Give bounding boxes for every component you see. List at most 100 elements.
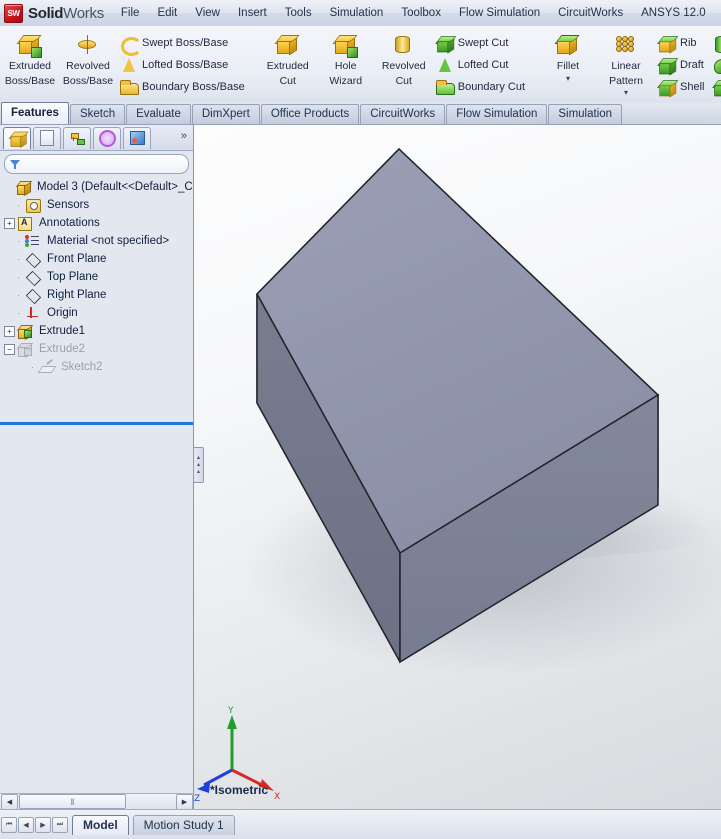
lofted-cut-button[interactable]: Lofted Cut — [433, 54, 531, 76]
linear-pattern-label-1: Linear — [611, 61, 640, 73]
extruded-cut-button[interactable]: Extruded Cut — [259, 28, 317, 87]
property-manager-tab[interactable] — [33, 127, 61, 149]
sensors-icon — [25, 198, 41, 213]
tree-item-sensors[interactable]: · Sensors — [0, 196, 193, 214]
hole-wizard-label-2: Wizard — [329, 76, 362, 88]
extruded-boss-base-button[interactable]: Extruded Boss/Base — [1, 28, 59, 87]
draft-button[interactable]: Draft — [655, 54, 710, 76]
triad-x-label: X — [274, 792, 280, 802]
expand-toggle-icon[interactable]: + — [4, 218, 15, 229]
model-3d-view[interactable]: Y X Z — [194, 125, 721, 809]
tree-item-front-plane[interactable]: · Front Plane — [0, 250, 193, 268]
tab-model[interactable]: Model — [72, 815, 129, 835]
panel-splitter-handle[interactable]: ▴ ▴ ▴ — [193, 447, 204, 483]
scrollbar-thumb[interactable]: ‖ — [19, 794, 126, 809]
fillet-icon — [556, 34, 580, 58]
boundary-cut-button[interactable]: Boundary Cut — [433, 76, 531, 98]
swept-boss-base-button[interactable]: Swept Boss/Base — [117, 32, 251, 54]
tab-sketch[interactable]: Sketch — [70, 104, 125, 124]
lofted-boss-base-button[interactable]: Lofted Boss/Base — [117, 54, 251, 76]
tree-item-extrude1[interactable]: + Extrude1 — [0, 322, 193, 340]
tab-evaluate[interactable]: Evaluate — [126, 104, 191, 124]
tree-item-top-plane[interactable]: · Top Plane — [0, 268, 193, 286]
tab-dimxpert[interactable]: DimXpert — [192, 104, 260, 124]
linear-pattern-dropdown-icon[interactable]: ▾ — [624, 89, 628, 97]
menu-circuitworks[interactable]: CircuitWorks — [549, 3, 632, 23]
fillet-dropdown-icon[interactable]: ▾ — [566, 75, 570, 83]
dimxpert-manager-tab[interactable] — [93, 127, 121, 149]
ribbon-group-features: Fillet ▾ Linear Pattern ▾ — [538, 26, 721, 104]
configuration-manager-tab[interactable] — [63, 127, 91, 149]
scroll-left-button[interactable]: ◀ — [1, 794, 18, 810]
tree-item-material[interactable]: · Material <not specified> — [0, 232, 193, 250]
graphics-viewport[interactable]: Y X Z *Isometric — [194, 125, 721, 809]
display-manager-tab[interactable] — [123, 127, 151, 149]
revolved-cut-button[interactable]: Revolved Cut — [375, 28, 433, 87]
scroll-right-button[interactable]: ▶ — [176, 794, 193, 810]
menu-view[interactable]: View — [186, 3, 229, 23]
boundary-boss-icon — [119, 78, 137, 96]
tree-indent: · — [28, 358, 37, 376]
mirror-button[interactable]: Mirror — [710, 76, 721, 98]
tree-item-sketch2[interactable]: · Sketch2 — [0, 358, 193, 376]
rollback-bar[interactable] — [0, 422, 194, 425]
tab-office-products[interactable]: Office Products — [261, 104, 359, 124]
tree-item-model[interactable]: Model 3 (Default<<Default>_Co — [0, 178, 193, 196]
menu-insert[interactable]: Insert — [229, 3, 276, 23]
tab-features[interactable]: Features — [1, 102, 69, 124]
menu-flow-simulation[interactable]: Flow Simulation — [450, 3, 549, 23]
feature-manager-overflow-button[interactable]: » — [181, 130, 187, 142]
feature-tree-horizontal-scrollbar[interactable]: ◀ ‖ ▶ — [0, 793, 194, 809]
fillet-button[interactable]: Fillet ▾ — [539, 28, 597, 83]
rib-button[interactable]: Rib — [655, 32, 710, 54]
tab-motion-study-1[interactable]: Motion Study 1 — [133, 815, 235, 835]
tree-item-label: Right Plane — [44, 288, 109, 302]
menu-edit[interactable]: Edit — [148, 3, 186, 23]
shell-label: Shell — [680, 81, 704, 93]
dome-button[interactable]: Dome — [710, 54, 721, 76]
linear-pattern-button[interactable]: Linear Pattern ▾ — [597, 28, 655, 97]
menu-file[interactable]: File — [112, 3, 149, 23]
boundary-boss-base-label: Boundary Boss/Base — [142, 81, 245, 93]
triad-z-label: Z — [194, 794, 200, 804]
swept-cut-button[interactable]: Swept Cut — [433, 32, 531, 54]
origin-icon — [25, 306, 41, 321]
previous-tab-button[interactable]: ◀ — [18, 817, 34, 833]
next-tab-button[interactable]: ▶ — [35, 817, 51, 833]
dome-icon — [712, 56, 721, 74]
menu-tools[interactable]: Tools — [276, 3, 321, 23]
extrude-feature-icon — [17, 324, 33, 339]
wrap-button[interactable]: Wrap — [710, 32, 721, 54]
tab-flow-simulation[interactable]: Flow Simulation — [446, 104, 547, 124]
hole-wizard-button[interactable]: Hole Wizard — [317, 28, 375, 87]
tab-simulation[interactable]: Simulation — [548, 104, 622, 124]
feature-tree-filter-input[interactable] — [21, 155, 188, 173]
feature-manager-design-tree-tab[interactable] — [3, 127, 31, 149]
shell-button[interactable]: Shell — [655, 76, 710, 98]
menu-routing[interactable]: Routing — [715, 3, 721, 23]
tree-item-annotations[interactable]: + Annotations — [0, 214, 193, 232]
boundary-boss-base-button[interactable]: Boundary Boss/Base — [117, 76, 251, 98]
feature-tree-filter[interactable] — [4, 154, 189, 174]
solidworks-logo-mark: SW — [4, 4, 23, 23]
expand-toggle-icon[interactable]: + — [4, 326, 15, 337]
revolve-cut-icon — [392, 34, 416, 58]
splitter-grip-icon: ▴ — [197, 462, 200, 469]
menu-toolbox[interactable]: Toolbox — [392, 3, 450, 23]
revolved-boss-base-button[interactable]: Revolved Boss/Base — [59, 28, 117, 87]
tree-item-label: Extrude1 — [36, 324, 88, 338]
scrollbar-track[interactable] — [126, 795, 175, 809]
model-icon — [15, 180, 31, 195]
feature-manager-design-tree: Model 3 (Default<<Default>_Co · Sensors … — [0, 176, 193, 376]
first-tab-button[interactable]: ⏮ — [1, 817, 17, 833]
last-tab-button[interactable]: ⏭ — [52, 817, 68, 833]
solidworks-logo[interactable]: SW SolidWorks — [0, 0, 104, 26]
tab-circuitworks[interactable]: CircuitWorks — [360, 104, 445, 124]
tree-item-right-plane[interactable]: · Right Plane — [0, 286, 193, 304]
menu-ansys[interactable]: ANSYS 12.0 — [632, 3, 715, 23]
menu-simulation[interactable]: Simulation — [321, 3, 393, 23]
command-manager-tabs: Features Sketch Evaluate DimXpert Office… — [0, 103, 721, 125]
collapse-toggle-icon[interactable]: − — [4, 344, 15, 355]
tree-item-extrude2[interactable]: − Extrude2 — [0, 340, 193, 358]
tree-item-origin[interactable]: · Origin — [0, 304, 193, 322]
